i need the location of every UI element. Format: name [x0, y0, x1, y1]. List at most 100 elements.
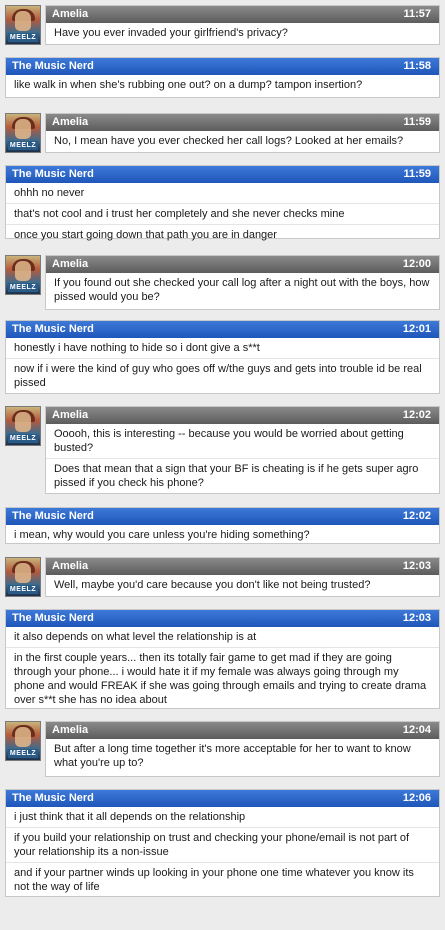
message-bubble: Amelia 11:59 No, I mean have you ever chec…	[45, 113, 440, 153]
avatar-label: MEELZ	[8, 434, 38, 443]
message: The Music Nerd 12:06 i just think that it …	[5, 789, 440, 897]
avatar-face	[15, 563, 31, 583]
sender-name[interactable]: Amelia	[52, 560, 88, 572]
sender-name[interactable]: The Music Nerd	[12, 612, 94, 624]
sender-name[interactable]: Amelia	[52, 409, 88, 421]
message-header: Amelia 11:59	[46, 114, 439, 131]
message-header: Amelia 12:04	[46, 722, 439, 739]
message-lines: honestly i have nothing to hide so i don…	[6, 338, 439, 393]
avatar-face	[15, 727, 31, 747]
message: MEELZ Amelia 12:04 But after a long time to…	[5, 721, 440, 777]
avatar[interactable]: MEELZ	[5, 406, 41, 446]
sender-name[interactable]: Amelia	[52, 8, 88, 20]
message-header: The Music Nerd 12:02	[6, 508, 439, 525]
message-lines: like walk in when she's rubbing one out?…	[6, 75, 439, 95]
sender-name[interactable]: The Music Nerd	[12, 510, 94, 522]
message: The Music Nerd 12:03 it also depends on wh…	[5, 609, 440, 709]
message-bubble: The Music Nerd 12:02 i mean, why would you…	[5, 507, 440, 544]
message-bubble: The Music Nerd 12:06 i just think that it …	[5, 789, 440, 897]
message: The Music Nerd 11:59 ohhh no never that's n…	[5, 165, 440, 241]
message-line: once you start going down that path you …	[6, 224, 439, 245]
timestamp: 12:01	[402, 323, 431, 335]
message-line: honestly i have nothing to hide so i don…	[14, 342, 260, 354]
avatar-label: MEELZ	[8, 33, 38, 42]
timestamp: 12:02	[402, 510, 431, 522]
message-line: But after a long time together it's more…	[54, 743, 411, 769]
message-lines: If you found out she checked your call l…	[46, 273, 439, 307]
message-line: No, I mean have you ever checked her cal…	[54, 135, 404, 147]
message-header: The Music Nerd 12:03	[6, 610, 439, 627]
sender-name[interactable]: The Music Nerd	[12, 60, 94, 72]
message-lines: No, I mean have you ever checked her cal…	[46, 131, 439, 151]
sender-name[interactable]: Amelia	[52, 258, 88, 270]
message-line: and if your partner winds up looking in …	[6, 862, 439, 897]
message-line: like walk in when she's rubbing one out?…	[14, 79, 363, 91]
timestamp: 11:58	[403, 60, 431, 72]
timestamp: 12:03	[402, 612, 431, 624]
message-line: Have you ever invaded your girlfriend's …	[54, 27, 288, 39]
message-line: if you build your relationship on trust …	[6, 827, 439, 862]
timestamp: 12:04	[402, 724, 431, 736]
avatar-face	[15, 412, 31, 432]
message-lines: But after a long time together it's more…	[46, 739, 439, 773]
avatar[interactable]: MEELZ	[5, 113, 41, 153]
timestamp: 12:06	[402, 792, 431, 804]
timestamp: 11:59	[403, 116, 431, 128]
message-header: The Music Nerd 12:06	[6, 790, 439, 807]
sender-name[interactable]: The Music Nerd	[12, 323, 94, 335]
message-line: it also depends on what level the relati…	[14, 631, 257, 643]
message: MEELZ Amelia 11:59 No, I mean have you ever…	[5, 113, 440, 153]
message-line: Does that mean that a sign that your BF …	[46, 458, 439, 493]
message-bubble: The Music Nerd 11:58 like walk in when she…	[5, 57, 440, 98]
message-line: i mean, why would you care unless you're…	[14, 529, 310, 541]
message-header: The Music Nerd 11:59	[6, 166, 439, 183]
chat-transcript: MEELZ Amelia 11:57 Have you ever invaded yo…	[0, 0, 445, 930]
avatar-face	[15, 119, 31, 139]
message-header: Amelia 12:03	[46, 558, 439, 575]
avatar-label: MEELZ	[8, 141, 38, 150]
message-bubble: The Music Nerd 12:03 it also depends on wh…	[5, 609, 440, 709]
message-bubble: Amelia 12:00 If you found out she checked …	[45, 255, 440, 310]
message: The Music Nerd 11:58 like walk in when she…	[5, 57, 440, 98]
message-lines: it also depends on what level the relati…	[6, 627, 439, 710]
message-line: now if i were the kind of guy who goes o…	[6, 358, 439, 393]
message-bubble: Amelia 11:57 Have you ever invaded your gi…	[45, 5, 440, 45]
timestamp: 12:02	[402, 409, 431, 421]
message-lines: Have you ever invaded your girlfriend's …	[46, 23, 439, 43]
avatar[interactable]: MEELZ	[5, 255, 41, 295]
avatar-label: MEELZ	[8, 749, 38, 758]
message-line: that's not cool and i trust her complete…	[6, 203, 439, 224]
message: The Music Nerd 12:01 honestly i have nothi…	[5, 320, 440, 394]
message-lines: Ooooh, this is interesting -- because yo…	[46, 424, 439, 493]
message-lines: Well, maybe you'd care because you don't…	[46, 575, 439, 595]
message: MEELZ Amelia 12:02 Ooooh, this is interesti…	[5, 406, 440, 494]
message-header: Amelia 12:02	[46, 407, 439, 424]
message: MEELZ Amelia 12:00 If you found out she che…	[5, 255, 440, 310]
avatar-label: MEELZ	[8, 585, 38, 594]
message-header: The Music Nerd 12:01	[6, 321, 439, 338]
sender-name[interactable]: Amelia	[52, 724, 88, 736]
sender-name[interactable]: The Music Nerd	[12, 792, 94, 804]
message-header: Amelia 11:57	[46, 6, 439, 23]
message-lines: ohhh no never that's not cool and i trust…	[6, 183, 439, 245]
avatar-face	[15, 261, 31, 281]
message-bubble: Amelia 12:02 Ooooh, this is interesting --…	[45, 406, 440, 494]
avatar[interactable]: MEELZ	[5, 557, 41, 597]
message-bubble: The Music Nerd 12:01 honestly i have nothi…	[5, 320, 440, 394]
avatar-face	[15, 11, 31, 31]
avatar[interactable]: MEELZ	[5, 5, 41, 45]
sender-name[interactable]: Amelia	[52, 116, 88, 128]
message-bubble: Amelia 12:04 But after a long time togethe…	[45, 721, 440, 777]
message-line: ohhh no never	[14, 187, 85, 199]
message-bubble: Amelia 12:03 Well, maybe you'd care becaus…	[45, 557, 440, 597]
sender-name[interactable]: The Music Nerd	[12, 168, 94, 180]
message-line: If you found out she checked your call l…	[54, 277, 430, 303]
message-header: The Music Nerd 11:58	[6, 58, 439, 75]
message-line: Well, maybe you'd care because you don't…	[54, 579, 371, 591]
message: The Music Nerd 12:02 i mean, why would you…	[5, 507, 440, 544]
message: MEELZ Amelia 12:03 Well, maybe you'd care b…	[5, 557, 440, 597]
timestamp: 12:00	[402, 258, 431, 270]
message-header: Amelia 12:00	[46, 256, 439, 273]
avatar[interactable]: MEELZ	[5, 721, 41, 761]
message-line: i just think that it all depends on the …	[14, 811, 246, 823]
